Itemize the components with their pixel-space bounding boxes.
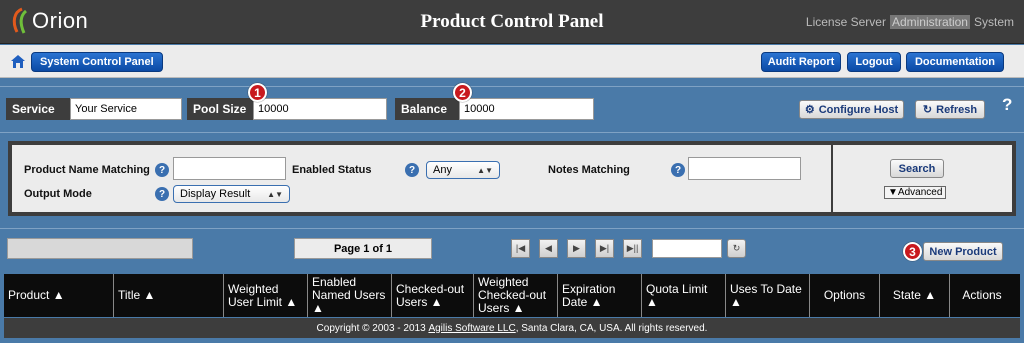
column-header-options: Options [810,274,880,317]
page-indicator: Page 1 of 1 [294,238,432,259]
search-filters: Product Name Matching ? Enabled Status ?… [12,145,831,212]
pool-size-label: Pool Size [187,98,253,120]
refresh-label: Refresh [936,103,978,116]
product-name-input[interactable] [173,157,286,180]
callout-marker-2: 2 [453,83,472,102]
column-header-enabled-named-users[interactable]: Enabled Named Users ▲ [308,274,392,317]
callout-marker-1: 1 [248,83,267,102]
top-header: Orion Product Control Panel License Serv… [0,0,1024,44]
go-icon[interactable]: ↻ [727,239,746,258]
column-header-checked-out-users[interactable]: Checked-out Users ▲ [392,274,474,317]
configure-host-button[interactable]: ⚙ Configure Host [799,100,904,119]
page-number-input[interactable] [652,239,722,258]
crumb-administration[interactable]: Administration [889,15,970,29]
copyright-prefix: Copyright © 2003 - 2013 [316,322,429,334]
logo-text: Orion [32,8,89,33]
divider [0,86,1024,87]
output-mode-select[interactable]: Display Result ▲▼ [173,185,290,203]
orion-logo-icon [12,7,28,34]
crumb-system[interactable]: System [974,15,1014,29]
column-header-state[interactable]: State ▲ [880,274,950,317]
enabled-status-value: Any [433,164,452,176]
column-header-weighted-user-limit[interactable]: Weighted User Limit ▲ [224,274,308,317]
enabled-status-label: Enabled Status [292,164,372,176]
help-icon[interactable]: ? [155,187,169,201]
configure-host-label: Configure Host [818,103,899,116]
system-control-panel-button[interactable]: System Control Panel [31,52,163,72]
logo: Orion [8,6,88,36]
logout-button[interactable]: Logout [847,52,901,72]
documentation-button[interactable]: Documentation [906,52,1004,72]
divider [0,132,1024,133]
last-page-icon[interactable]: ▶| [595,239,614,258]
new-product-button[interactable]: New Product [923,242,1003,261]
output-mode-label: Output Mode [24,188,92,200]
column-header-expiration-date[interactable]: Expiration Date ▲ [558,274,642,317]
table-header: Product ▲ Title ▲ Weighted User Limit ▲ E… [4,274,1020,317]
search-actions: Search ▼Advanced [833,145,1012,212]
service-field[interactable]: Your Service [70,98,182,120]
refresh-icon: ↻ [922,104,933,116]
search-panel: Product Name Matching ? Enabled Status ?… [8,141,1016,216]
service-label: Service [6,98,70,120]
first-page-icon[interactable]: |◀ [511,239,530,258]
help-icon[interactable]: ? [405,163,419,177]
copyright-suffix: , Santa Clara, CA, USA. All rights reser… [515,322,708,334]
selection-box [7,238,193,259]
chevron-updown-icon: ▲▼ [477,165,493,175]
help-icon[interactable]: ? [1002,95,1012,115]
prev-page-icon[interactable]: ◀ [539,239,558,258]
column-header-title[interactable]: Title ▲ [114,274,224,317]
next-page-icon[interactable]: ▶ [567,239,586,258]
go-to-end-icon[interactable]: ▶|| [623,239,642,258]
help-icon[interactable]: ? [671,163,685,177]
product-name-label: Product Name Matching [24,164,150,176]
service-bar: Service Your Service Pool Size 10000 Bal… [0,92,1024,126]
audit-report-button[interactable]: Audit Report [761,52,841,72]
balance-label: Balance [395,98,459,120]
output-mode-value: Display Result [180,188,251,200]
search-button[interactable]: Search [890,159,944,178]
advanced-toggle[interactable]: ▼Advanced [884,186,947,199]
column-header-product[interactable]: Product ▲ [4,274,114,317]
enabled-status-select[interactable]: Any ▲▼ [426,161,500,179]
breadcrumb: License Server Administration System [806,15,1014,29]
column-header-weighted-checked-out[interactable]: Weighted Checked-out Users ▲ [474,274,558,317]
divider [0,228,1024,229]
column-header-actions: Actions [962,288,1002,302]
notes-input[interactable] [688,157,801,180]
home-icon[interactable] [10,54,26,69]
column-header-uses-to-date[interactable]: Uses To Date ▲ [726,274,810,317]
crumb-license-server[interactable]: License Server [806,15,886,29]
pager-bar: Page 1 of 1 |◀ ◀ ▶ ▶| ▶|| ↻ New Product [0,238,1024,264]
refresh-button[interactable]: ↻ Refresh [915,100,985,119]
nav-strip: System Control Panel Audit Report Logout… [0,45,1024,78]
company-link[interactable]: Agilis Software LLC [428,323,515,334]
footer: Copyright © 2003 - 2013 Agilis Software … [4,318,1020,338]
pool-size-field[interactable]: 10000 [253,98,387,120]
balance-field[interactable]: 10000 [459,98,594,120]
gear-icon: ⚙ [804,104,815,116]
callout-marker-3: 3 [903,242,922,261]
help-icon[interactable]: ? [155,163,169,177]
chevron-updown-icon: ▲▼ [267,189,283,199]
notes-label: Notes Matching [548,164,630,176]
column-header-quota-limit[interactable]: Quota Limit ▲ [642,274,726,317]
